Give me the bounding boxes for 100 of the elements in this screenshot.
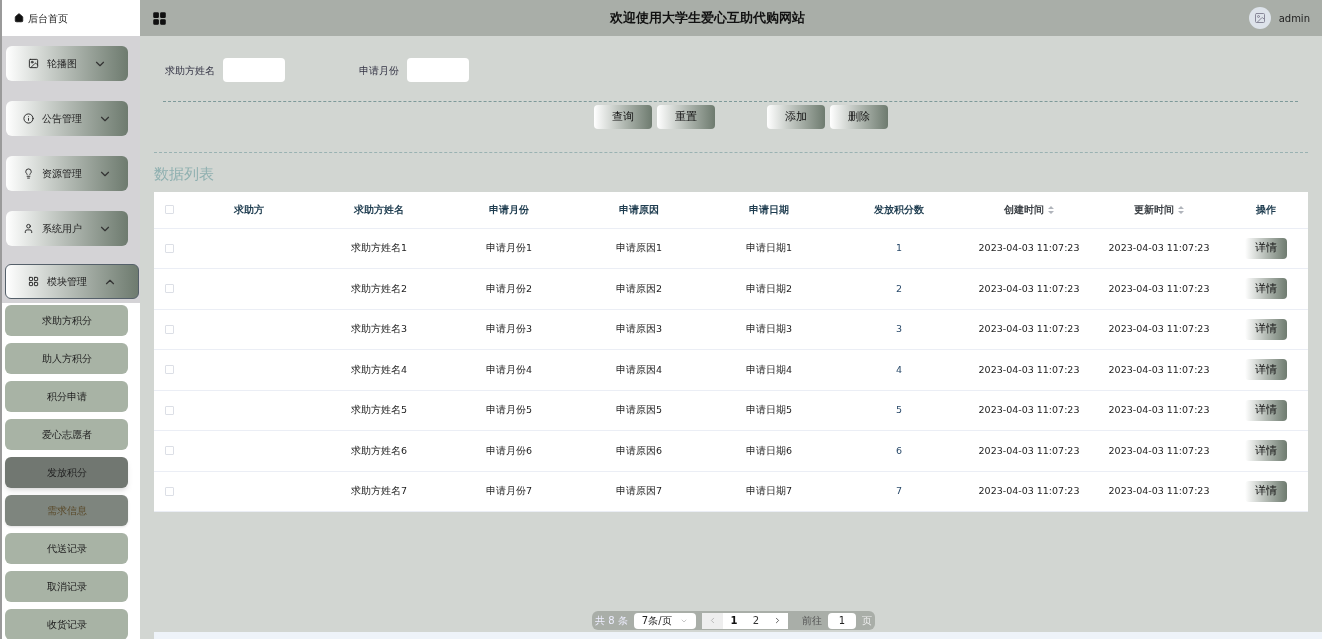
- table-cell: 2023-04-03 11:07:23: [1108, 281, 1210, 296]
- menu-group[interactable]: 资源管理: [6, 156, 128, 191]
- table-cell: 申请月份4: [485, 362, 532, 377]
- column-header: 更新时间: [1134, 203, 1174, 217]
- filter-label: 求助方姓名: [165, 63, 215, 78]
- filter-label: 申请月份: [359, 63, 399, 78]
- detail-button[interactable]: 详情: [1245, 359, 1287, 381]
- info-icon: [22, 113, 34, 124]
- table-cell: 2023-04-03 11:07:23: [978, 403, 1080, 418]
- action-button[interactable]: 查询: [594, 105, 652, 129]
- table-cell: 4: [895, 362, 902, 377]
- sort-icon[interactable]: [1048, 204, 1054, 215]
- row-checkbox[interactable]: [164, 446, 174, 456]
- table-cell: 2023-04-03 11:07:23: [978, 241, 1080, 256]
- goto-page-input[interactable]: 1: [827, 612, 856, 629]
- table-cell: 申请月份1: [485, 241, 532, 256]
- row-checkbox[interactable]: [164, 243, 174, 253]
- table-cell: 7: [895, 484, 902, 499]
- home-menu-item[interactable]: 后台首页: [2, 0, 140, 36]
- table-cell: 2023-04-03 11:07:23: [978, 443, 1080, 458]
- column-header: 发放积分数: [874, 203, 924, 217]
- submenu-item[interactable]: 取消记录: [5, 571, 128, 602]
- table-cell: 申请日期4: [745, 362, 792, 377]
- table-cell: 2023-04-03 11:07:23: [1108, 443, 1210, 458]
- next-page-button[interactable]: [766, 612, 788, 629]
- action-button[interactable]: 重置: [657, 105, 715, 129]
- submenu-item[interactable]: 爱心志愿者: [5, 419, 128, 450]
- row-checkbox[interactable]: [164, 486, 174, 496]
- table-cell: 2023-04-03 11:07:23: [978, 362, 1080, 377]
- username: admin: [1278, 11, 1310, 26]
- goto-label: 前往: [801, 614, 822, 628]
- table-cell: 申请原因2: [615, 281, 662, 296]
- row-checkbox[interactable]: [164, 365, 174, 375]
- submenu-item[interactable]: 发放积分: [5, 457, 128, 488]
- section-title: 数据列表: [154, 164, 215, 185]
- table-cell: 申请月份2: [485, 281, 532, 296]
- table-cell: 2023-04-03 11:07:23: [978, 484, 1080, 499]
- page-size-select[interactable]: 7条/页: [633, 612, 696, 629]
- table-cell: 3: [895, 322, 902, 337]
- table-cell: 求助方姓名5: [350, 403, 407, 418]
- detail-button[interactable]: 详情: [1245, 237, 1287, 259]
- detail-button[interactable]: 详情: [1245, 399, 1287, 421]
- column-header: 求助方姓名: [354, 203, 404, 217]
- column-header: 创建时间: [1004, 203, 1044, 217]
- image-icon: [1253, 12, 1266, 24]
- column-header: 求助方: [234, 203, 264, 217]
- menu-icon[interactable]: [152, 10, 167, 26]
- row-checkbox[interactable]: [164, 324, 174, 334]
- table-cell: 2023-04-03 11:07:23: [1108, 241, 1210, 256]
- submenu-item[interactable]: 积分申请: [5, 381, 128, 412]
- table-cell: 2023-04-03 11:07:23: [1108, 403, 1210, 418]
- detail-button[interactable]: 详情: [1245, 318, 1287, 340]
- row-checkbox[interactable]: [164, 284, 174, 294]
- table-cell: 申请原因3: [615, 322, 662, 337]
- table-cell: 申请原因5: [615, 403, 662, 418]
- select-all-checkbox[interactable]: [164, 205, 174, 214]
- page-title: 欢迎使用大学生爱心互助代购网站: [609, 9, 807, 28]
- table-cell: 5: [895, 403, 902, 418]
- home-icon: [14, 13, 24, 23]
- submenu-item[interactable]: 助人方积分: [5, 343, 128, 374]
- table-cell: 申请日期1: [745, 241, 792, 256]
- detail-button[interactable]: 详情: [1245, 440, 1287, 462]
- table-cell: 申请日期3: [745, 322, 792, 337]
- table-cell: 申请原因1: [615, 241, 662, 256]
- submenu-item[interactable]: 求助方积分: [5, 305, 128, 336]
- table-cell: 2023-04-03 11:07:23: [1108, 484, 1210, 499]
- action-button[interactable]: 添加: [767, 105, 825, 129]
- table-cell: 求助方姓名3: [350, 322, 407, 337]
- menu-group[interactable]: 模块管理: [5, 264, 139, 299]
- menu-group[interactable]: 轮播图: [6, 46, 128, 81]
- detail-button[interactable]: 详情: [1245, 480, 1287, 502]
- page-number[interactable]: 2: [744, 612, 767, 629]
- table-cell: 申请日期5: [745, 403, 792, 418]
- table-cell: 申请原因7: [615, 484, 662, 499]
- table-cell: 申请月份7: [485, 484, 532, 499]
- filter-input[interactable]: [407, 58, 469, 82]
- table-cell: 申请原因6: [615, 443, 662, 458]
- table-cell: 2023-04-03 11:07:23: [1108, 362, 1210, 377]
- submenu-item[interactable]: 收货记录: [5, 609, 128, 639]
- table-cell: 2023-04-03 11:07:23: [978, 322, 1080, 337]
- user-icon: [22, 223, 34, 234]
- grid-icon: [27, 276, 39, 287]
- table-cell: 求助方姓名6: [350, 443, 407, 458]
- image-icon: [27, 58, 39, 69]
- total-count: 共 8 条: [595, 614, 628, 628]
- prev-page-button[interactable]: [701, 612, 723, 629]
- table-cell: 求助方姓名4: [350, 362, 407, 377]
- column-header: 申请日期: [749, 203, 789, 217]
- menu-group[interactable]: 公告管理: [6, 101, 128, 136]
- menu-group[interactable]: 系统用户: [6, 211, 128, 246]
- row-checkbox[interactable]: [164, 405, 174, 415]
- column-header: 申请月份: [489, 203, 529, 217]
- page-suffix: 页: [861, 614, 872, 628]
- table-cell: 1: [895, 241, 902, 256]
- sort-icon[interactable]: [1178, 204, 1184, 215]
- action-button[interactable]: 删除: [830, 105, 888, 129]
- detail-button[interactable]: 详情: [1245, 278, 1287, 300]
- filter-input[interactable]: [223, 58, 285, 82]
- page-number[interactable]: 1: [722, 612, 745, 629]
- submenu-item[interactable]: 代送记录: [5, 533, 128, 564]
